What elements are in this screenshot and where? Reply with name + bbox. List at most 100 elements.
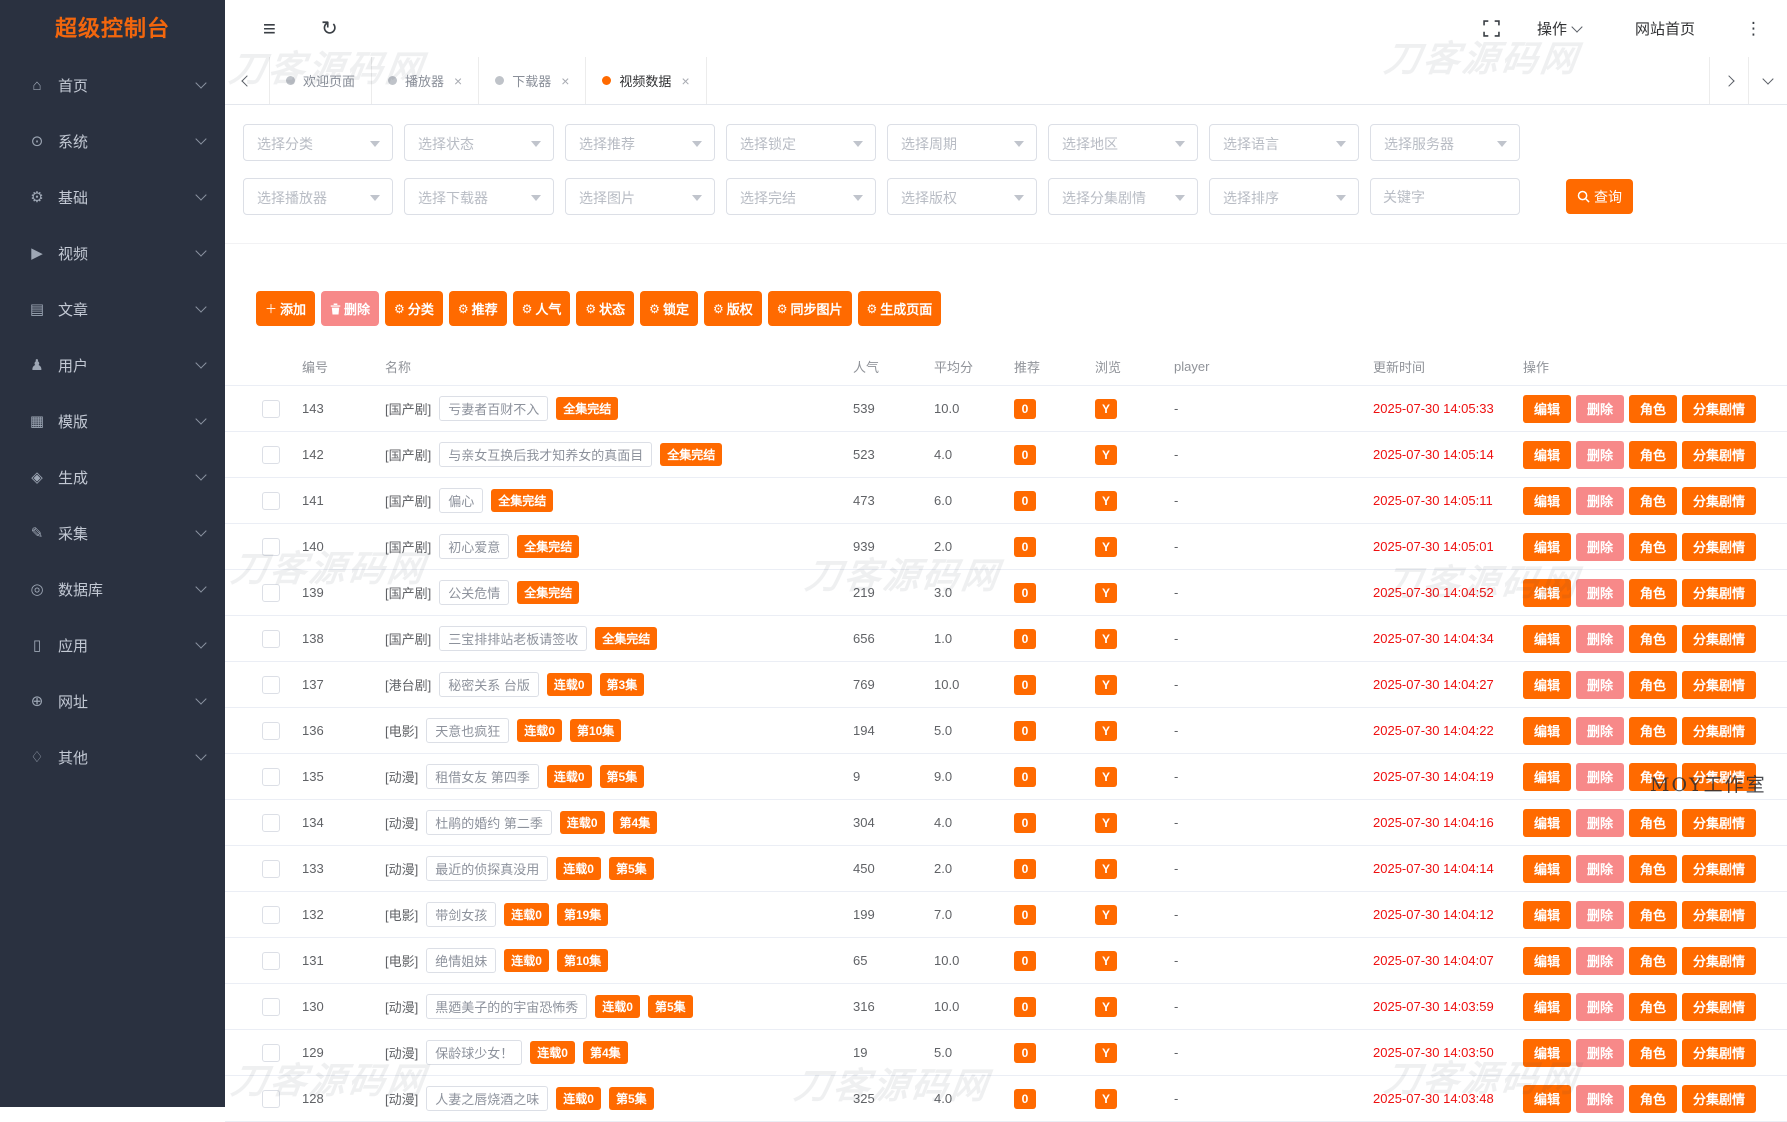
filter-select[interactable]: 选择状态 xyxy=(404,124,554,161)
row-episodes-button[interactable]: 分集剧情 xyxy=(1682,946,1757,975)
filter-select[interactable]: 选择服务器 xyxy=(1370,124,1520,161)
row-checkbox[interactable] xyxy=(262,537,280,556)
sidebar-item-other[interactable]: ♢ 其他 xyxy=(0,729,225,785)
collapse-menu-button[interactable]: ≡ xyxy=(263,0,276,57)
toolbar-lock-button[interactable]: ⚙ 锁定 xyxy=(640,291,698,326)
sidebar-item-article[interactable]: ▤ 文章 xyxy=(0,281,225,337)
row-delete-button[interactable]: 删除 xyxy=(1576,716,1625,745)
more-menu-button[interactable]: ⋮ xyxy=(1745,0,1762,57)
toolbar-copyright-button[interactable]: ⚙ 版权 xyxy=(703,291,762,326)
toolbar-category-button[interactable]: ⚙ 分类 xyxy=(385,291,443,326)
row-delete-button[interactable]: 删除 xyxy=(1576,394,1625,423)
row-episodes-button[interactable]: 分集剧情 xyxy=(1682,578,1757,607)
filter-select[interactable]: 选择播放器 xyxy=(243,178,393,215)
row-episodes-button[interactable]: 分集剧情 xyxy=(1682,624,1757,653)
site-home-link[interactable]: 网站首页 xyxy=(1635,0,1695,57)
row-role-button[interactable]: 角色 xyxy=(1629,624,1678,653)
row-edit-button[interactable]: 编辑 xyxy=(1523,900,1572,929)
row-edit-button[interactable]: 编辑 xyxy=(1523,670,1572,699)
filter-select[interactable]: 选择锁定 xyxy=(726,124,876,161)
row-edit-button[interactable]: 编辑 xyxy=(1523,716,1572,745)
tab-item[interactable]: 欢迎页面 xyxy=(270,57,373,104)
row-role-button[interactable]: 角色 xyxy=(1629,762,1678,791)
row-role-button[interactable]: 角色 xyxy=(1629,440,1678,469)
row-role-button[interactable]: 角色 xyxy=(1629,578,1678,607)
row-edit-button[interactable]: 编辑 xyxy=(1523,486,1572,515)
row-delete-button[interactable]: 删除 xyxy=(1576,1084,1625,1113)
toolbar-popularity-button[interactable]: ⚙ 人气 xyxy=(512,291,571,326)
row-checkbox[interactable] xyxy=(262,997,280,1016)
row-edit-button[interactable]: 编辑 xyxy=(1523,992,1572,1021)
row-episodes-button[interactable]: 分集剧情 xyxy=(1682,716,1757,745)
sidebar-item-database[interactable]: ◎ 数据库 xyxy=(0,561,225,617)
row-checkbox[interactable] xyxy=(262,1089,280,1108)
sidebar-item-user[interactable]: ♟ 用户 xyxy=(0,337,225,393)
close-icon[interactable]: × xyxy=(561,73,569,89)
row-checkbox[interactable] xyxy=(262,951,280,970)
row-delete-button[interactable]: 删除 xyxy=(1576,486,1625,515)
row-edit-button[interactable]: 编辑 xyxy=(1523,854,1572,883)
tab-item[interactable]: 视频数据 × xyxy=(586,57,707,104)
tabs-scroll-right-button[interactable] xyxy=(1709,57,1748,104)
row-episodes-button[interactable]: 分集剧情 xyxy=(1682,854,1757,883)
row-edit-button[interactable]: 编辑 xyxy=(1523,624,1572,653)
row-checkbox[interactable] xyxy=(262,491,280,510)
row-delete-button[interactable]: 删除 xyxy=(1576,808,1625,837)
filter-select[interactable]: 选择周期 xyxy=(887,124,1037,161)
toolbar-add-button[interactable]: ＋添加 xyxy=(256,291,316,326)
row-delete-button[interactable]: 删除 xyxy=(1576,854,1625,883)
row-checkbox[interactable] xyxy=(262,859,280,878)
search-button[interactable]: 查询 xyxy=(1566,179,1633,214)
tabs-scroll-left-button[interactable] xyxy=(225,57,270,104)
toolbar-recommend-button[interactable]: ⚙ 推荐 xyxy=(448,291,507,326)
row-episodes-button[interactable]: 分集剧情 xyxy=(1682,1084,1757,1113)
row-delete-button[interactable]: 删除 xyxy=(1576,946,1625,975)
row-delete-button[interactable]: 删除 xyxy=(1576,624,1625,653)
row-edit-button[interactable]: 编辑 xyxy=(1523,1084,1572,1113)
sidebar-item-app[interactable]: ▯ 应用 xyxy=(0,617,225,673)
row-delete-button[interactable]: 删除 xyxy=(1576,1038,1625,1067)
toolbar-generate-page-button[interactable]: ⚙ 生成页面 xyxy=(857,291,942,326)
row-role-button[interactable]: 角色 xyxy=(1629,1038,1678,1067)
row-edit-button[interactable]: 编辑 xyxy=(1523,762,1572,791)
row-edit-button[interactable]: 编辑 xyxy=(1523,1038,1572,1067)
row-checkbox[interactable] xyxy=(262,675,280,694)
sidebar-item-video[interactable]: ▶ 视频 xyxy=(0,225,225,281)
filter-select[interactable]: 选择下载器 xyxy=(404,178,554,215)
row-role-button[interactable]: 角色 xyxy=(1629,394,1678,423)
filter-select[interactable]: 选择推荐 xyxy=(565,124,715,161)
row-role-button[interactable]: 角色 xyxy=(1629,900,1678,929)
row-role-button[interactable]: 角色 xyxy=(1629,854,1678,883)
row-checkbox[interactable] xyxy=(262,1043,280,1062)
refresh-button[interactable]: ↻ xyxy=(321,0,338,57)
sidebar-item-generate[interactable]: ◈ 生成 xyxy=(0,449,225,505)
row-episodes-button[interactable]: 分集剧情 xyxy=(1682,808,1757,837)
row-checkbox[interactable] xyxy=(262,399,280,418)
row-checkbox[interactable] xyxy=(262,767,280,786)
row-episodes-button[interactable]: 分集剧情 xyxy=(1682,440,1757,469)
sidebar-item-base[interactable]: ⚙ 基础 xyxy=(0,169,225,225)
sidebar-item-template[interactable]: ▦ 模版 xyxy=(0,393,225,449)
sidebar-item-system[interactable]: ⊙ 系统 xyxy=(0,113,225,169)
row-role-button[interactable]: 角色 xyxy=(1629,946,1678,975)
filter-select[interactable]: 选择地区 xyxy=(1048,124,1198,161)
row-episodes-button[interactable]: 分集剧情 xyxy=(1682,900,1757,929)
row-episodes-button[interactable]: 分集剧情 xyxy=(1682,486,1757,515)
row-episodes-button[interactable]: 分集剧情 xyxy=(1682,532,1757,561)
filter-select[interactable]: 选择分类 xyxy=(243,124,393,161)
tabs-menu-button[interactable] xyxy=(1748,57,1787,104)
row-role-button[interactable]: 角色 xyxy=(1629,1084,1678,1113)
filter-select[interactable]: 选择完结 xyxy=(726,178,876,215)
row-role-button[interactable]: 角色 xyxy=(1629,486,1678,515)
row-delete-button[interactable]: 删除 xyxy=(1576,992,1625,1021)
row-edit-button[interactable]: 编辑 xyxy=(1523,394,1572,423)
row-role-button[interactable]: 角色 xyxy=(1629,532,1678,561)
row-delete-button[interactable]: 删除 xyxy=(1576,900,1625,929)
toolbar-status-button[interactable]: ⚙ 状态 xyxy=(576,291,635,326)
tab-item[interactable]: 下载器 × xyxy=(479,57,587,104)
tab-item[interactable]: 播放器 × xyxy=(372,57,480,104)
filter-select[interactable]: 选择图片 xyxy=(565,178,715,215)
sidebar-item-home[interactable]: ⌂ 首页 xyxy=(0,57,225,113)
row-role-button[interactable]: 角色 xyxy=(1629,808,1678,837)
row-checkbox[interactable] xyxy=(262,721,280,740)
